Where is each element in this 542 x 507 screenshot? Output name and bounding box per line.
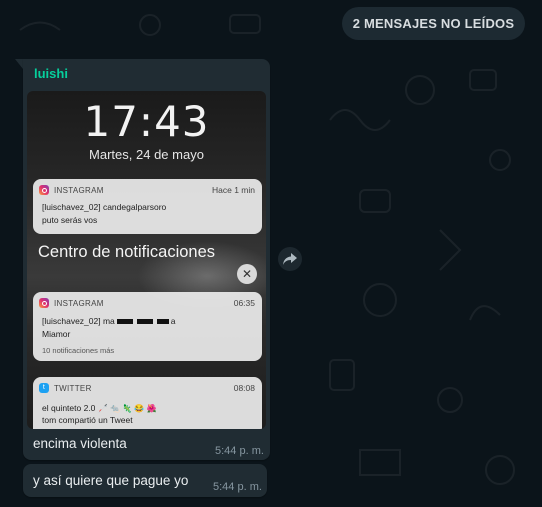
notification-more-count: 10 notificaciones más — [42, 346, 115, 355]
notification-center-title: Centro de notificaciones — [38, 243, 216, 261]
close-icon: ✕ — [237, 264, 257, 284]
unread-messages-banner: 2 MENSAJES NO LEÍDOS — [342, 7, 525, 40]
message-text: y así quiere que pague yo — [33, 473, 189, 488]
notification-title: el quinteto 2.0 🦯 🐀 🦎 😂 🌺 — [42, 403, 156, 413]
lockscreen-time: 17:43 — [83, 97, 210, 146]
instagram-icon — [39, 298, 49, 308]
notification-app-name: TWITTER — [54, 383, 92, 393]
notification-title: [luischavez_02] ma a — [42, 316, 176, 326]
notification-app-name: INSTAGRAM — [54, 298, 104, 308]
attached-image[interactable]: 17:43 Martes, 24 de mayo INSTAGRAM Hace … — [27, 91, 266, 429]
message-caption: encima violenta — [33, 436, 127, 451]
notification-time: 06:35 — [233, 298, 255, 308]
notification-title-start: [luischavez_02] ma — [42, 316, 115, 326]
notification-twitter: t TWITTER 08:08 el quinteto 2.0 🦯 🐀 🦎 😂 🌺… — [33, 377, 262, 429]
twitter-icon: t — [39, 383, 49, 393]
notification-title: [luischavez_02] candegalparsoro — [42, 202, 167, 212]
notification-title-text: el quinteto 2.0 — [42, 403, 96, 413]
image-message-bubble[interactable]: luishi 17:43 Martes, 24 de mayo INSTAGRA… — [23, 59, 270, 460]
emoji-sequence: 🦯 🐀 🦎 😂 🌺 — [97, 404, 157, 413]
lockscreen-date: Martes, 24 de mayo — [89, 147, 204, 162]
message-timestamp: 5:44 p. m. — [213, 481, 262, 493]
notification-time: Hace 1 min — [212, 185, 255, 195]
notification-app-name: INSTAGRAM — [54, 185, 104, 195]
forward-button[interactable] — [278, 247, 302, 271]
bubble-tail — [15, 59, 23, 69]
notification-title-end: a — [170, 316, 176, 326]
notification-body: tom compartió un Tweet — [42, 415, 133, 425]
notification-body: puto serás vos — [42, 215, 98, 225]
notification-time: 08:08 — [233, 383, 255, 393]
sender-name[interactable]: luishi — [34, 66, 68, 81]
message-timestamp: 5:44 p. m. — [215, 445, 264, 457]
notification-body: Miamor — [42, 329, 71, 339]
redaction-bar — [116, 319, 133, 325]
text-message-bubble[interactable]: y así quiere que pague yo 5:44 p. m. — [23, 464, 267, 497]
notification-instagram-2: INSTAGRAM 06:35 [luischavez_02] ma a Miam… — [33, 292, 262, 361]
notification-instagram-1: INSTAGRAM Hace 1 min [luischavez_02] can… — [33, 179, 262, 234]
forward-arrow-icon — [283, 253, 297, 265]
redaction-bar — [136, 319, 153, 325]
redaction-bar — [156, 319, 169, 325]
instagram-icon — [39, 185, 49, 195]
